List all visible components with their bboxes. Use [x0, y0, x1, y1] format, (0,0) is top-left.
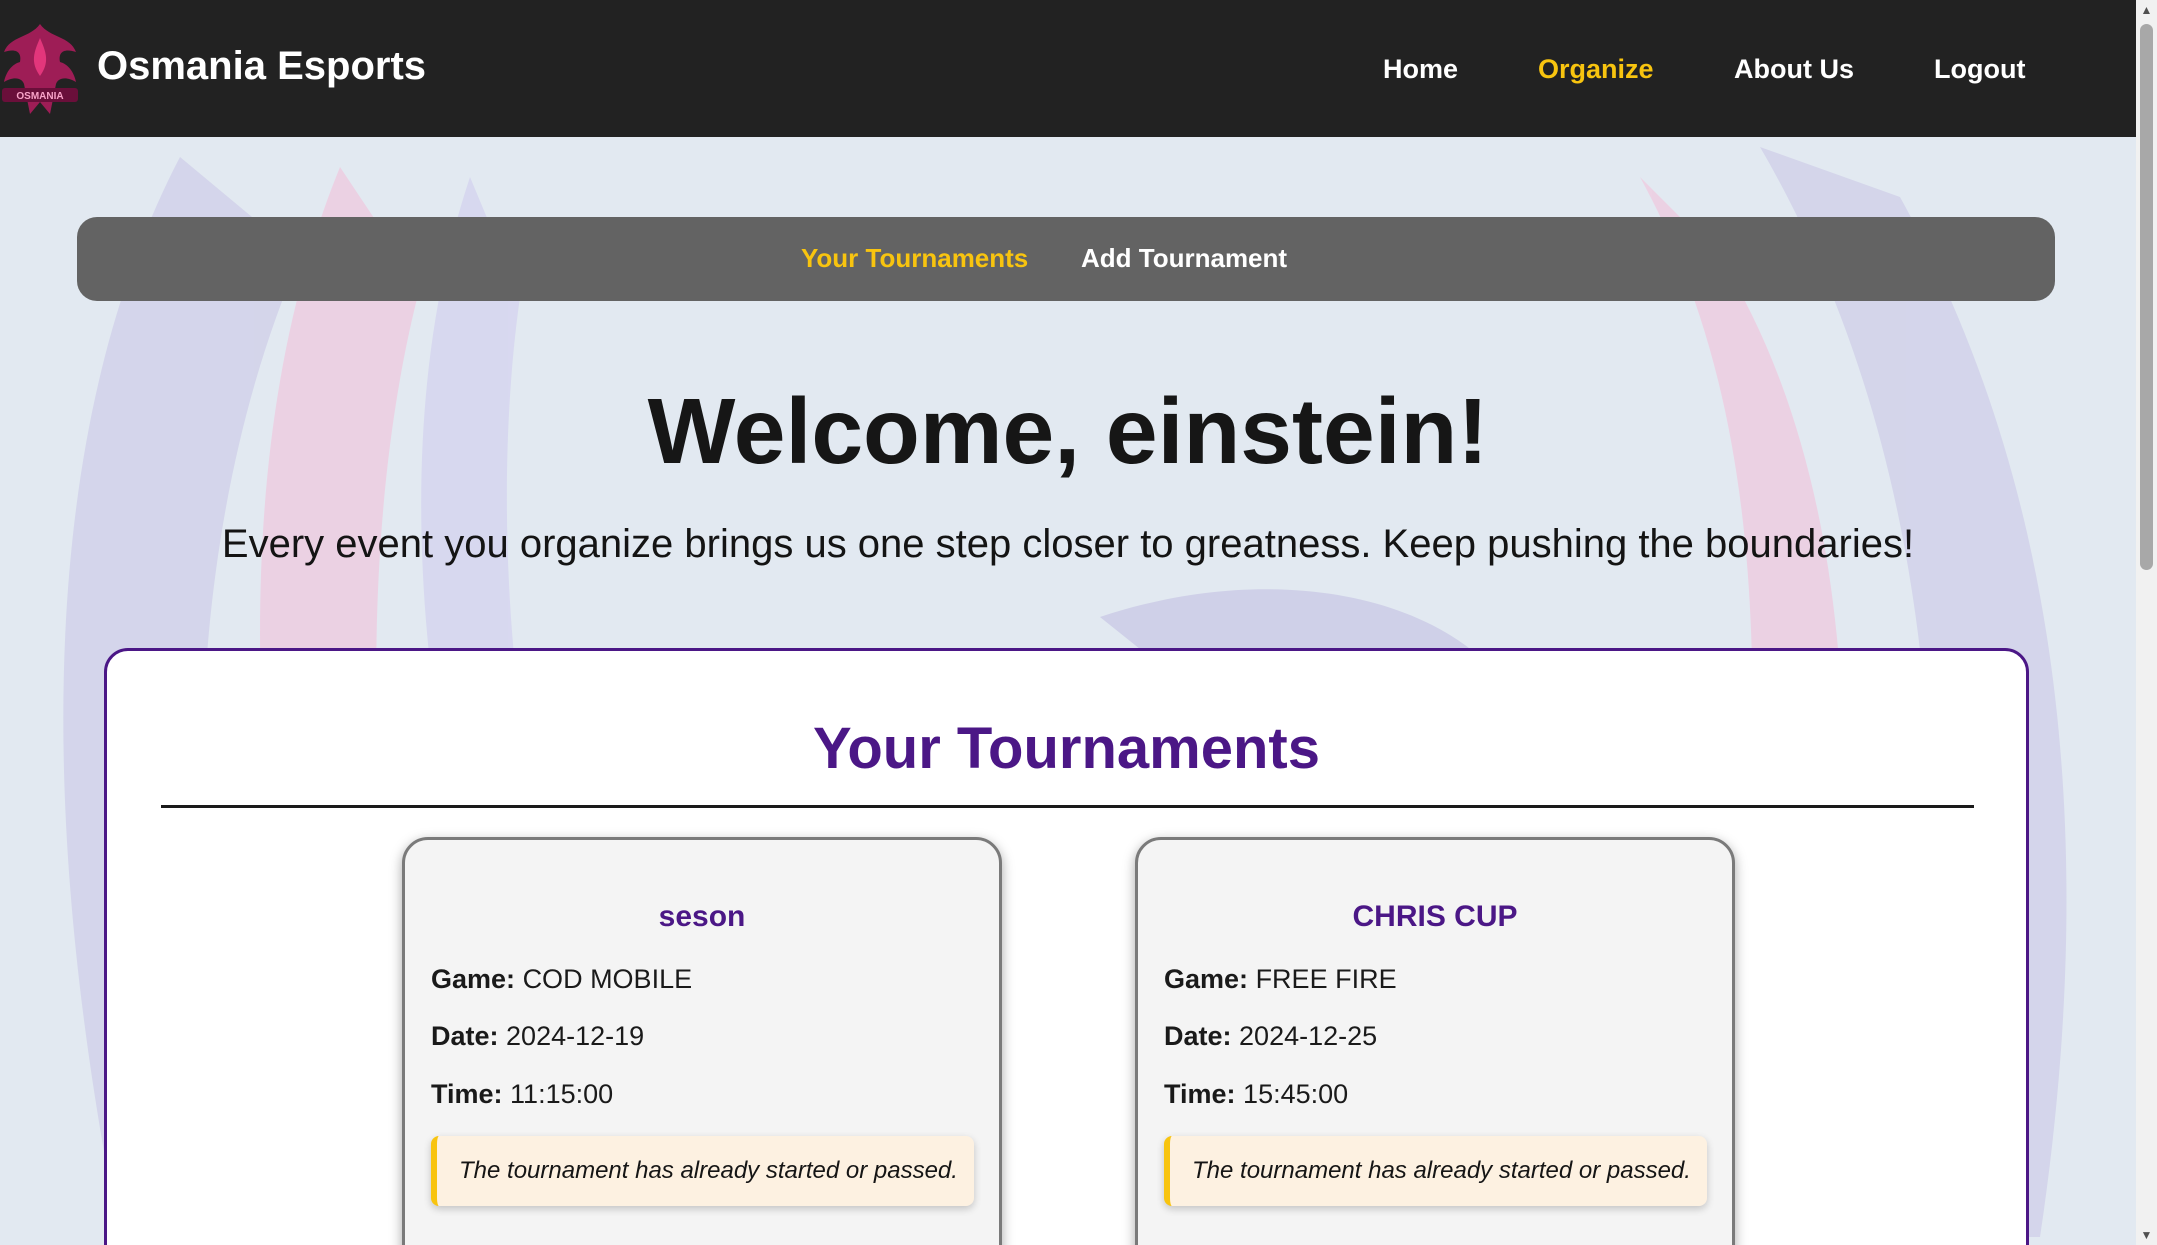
organize-subnav: Your Tournaments Add Tournament: [77, 217, 2055, 301]
tournament-card[interactable]: CHRIS CUP Game: FREE FIRE Date: 2024-12-…: [1135, 837, 1735, 1245]
tournament-game: Game: COD MOBILE: [431, 964, 692, 995]
welcome-heading: Welcome, einstein!: [647, 379, 1489, 483]
tournament-game: Game: FREE FIRE: [1164, 964, 1397, 995]
time-value: 15:45:00: [1243, 1079, 1349, 1109]
nav-organize-link[interactable]: Organize: [1538, 54, 1654, 85]
nav-about-us-link[interactable]: About Us: [1734, 54, 1854, 85]
scrollbar-thumb[interactable]: [2140, 24, 2153, 570]
tournament-time: Time: 11:15:00: [431, 1079, 613, 1110]
subnav-your-tournaments-link[interactable]: Your Tournaments: [801, 243, 1028, 274]
time-value: 11:15:00: [510, 1079, 614, 1109]
top-navbar: OSMANIA Osmania Esports Home Organize Ab…: [0, 0, 2136, 137]
logo-text: OSMANIA: [16, 91, 63, 102]
time-label: Time:: [431, 1079, 503, 1109]
panel-divider: [161, 805, 1974, 808]
nav-logout-link[interactable]: Logout: [1934, 54, 2025, 85]
scroll-up-arrow-icon[interactable]: ▲: [2136, 0, 2157, 20]
nav-home-link[interactable]: Home: [1383, 54, 1458, 85]
tournament-time: Time: 15:45:00: [1164, 1079, 1348, 1110]
game-value: COD MOBILE: [522, 964, 693, 994]
panel-title: Your Tournaments: [813, 716, 1320, 781]
tournament-status-notice: The tournament has already started or pa…: [431, 1136, 974, 1206]
tournament-date: Date: 2024-12-25: [1164, 1021, 1377, 1052]
time-label: Time:: [1164, 1079, 1236, 1109]
subnav-add-tournament-link[interactable]: Add Tournament: [1081, 243, 1287, 274]
tournament-status-notice: The tournament has already started or pa…: [1164, 1136, 1707, 1206]
phoenix-logo-icon[interactable]: OSMANIA: [0, 18, 80, 120]
game-label: Game:: [1164, 964, 1249, 994]
game-label: Game:: [431, 964, 516, 994]
brand-name[interactable]: Osmania Esports: [97, 44, 426, 89]
date-label: Date:: [1164, 1021, 1232, 1051]
tournament-date: Date: 2024-12-19: [431, 1021, 644, 1052]
date-value: 2024-12-25: [1239, 1021, 1378, 1051]
tournaments-panel: Your Tournaments seson Game: COD MOBILE …: [104, 648, 2029, 1245]
scroll-down-arrow-icon[interactable]: ▼: [2136, 1225, 2157, 1245]
tournament-name: seson: [658, 900, 746, 933]
welcome-tagline: Every event you organize brings us one s…: [221, 522, 1915, 566]
tournament-name: CHRIS CUP: [1352, 900, 1518, 933]
date-label: Date:: [431, 1021, 499, 1051]
tournament-card[interactable]: seson Game: COD MOBILE Date: 2024-12-19 …: [402, 837, 1002, 1245]
game-value: FREE FIRE: [1255, 964, 1397, 994]
date-value: 2024-12-19: [506, 1021, 645, 1051]
vertical-scrollbar[interactable]: ▲ ▼: [2136, 0, 2157, 1245]
